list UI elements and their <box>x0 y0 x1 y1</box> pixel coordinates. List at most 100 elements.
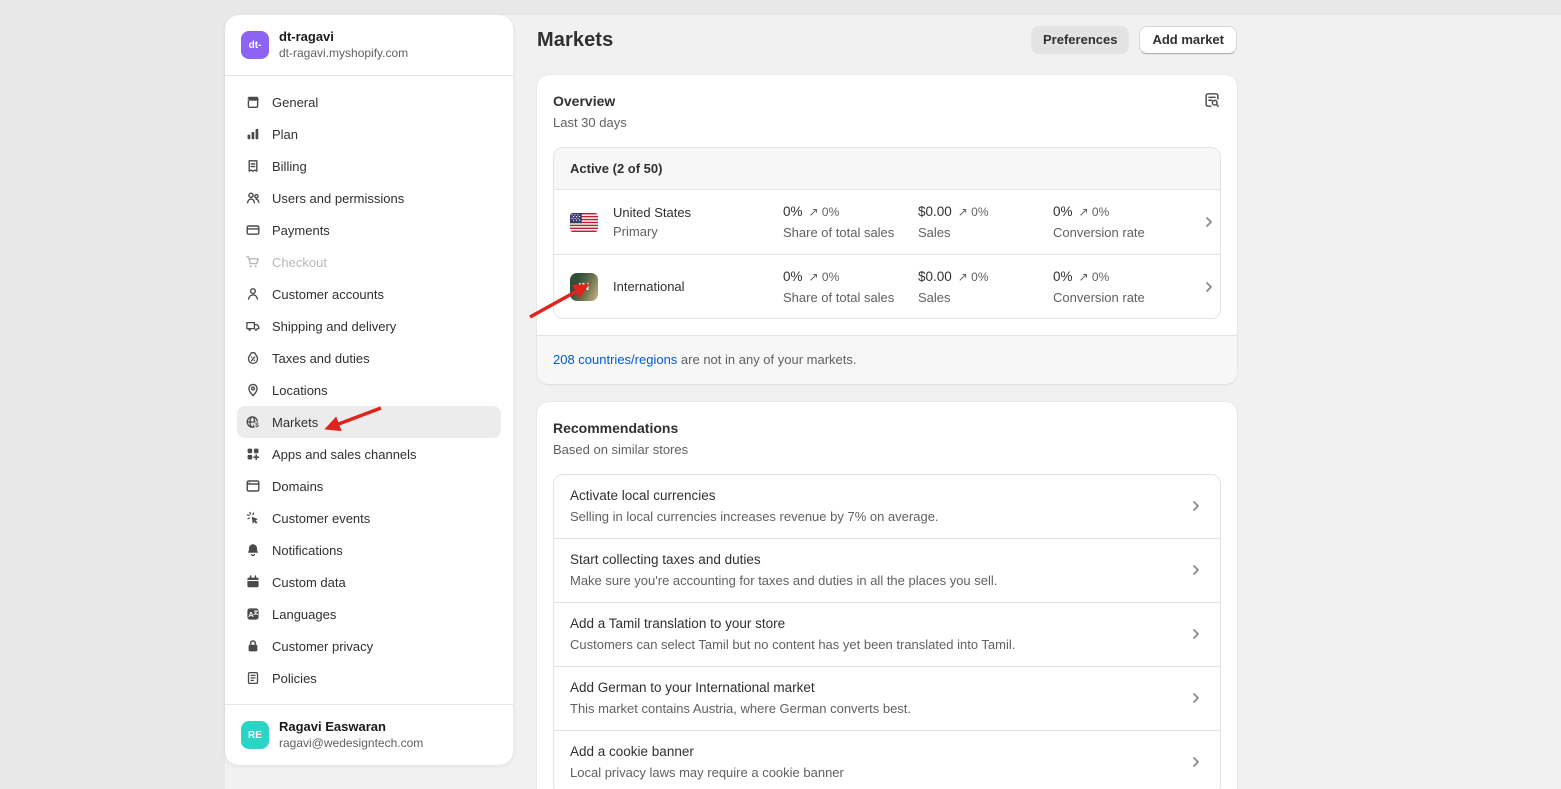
metric-delta: ↗ 0% <box>958 205 989 219</box>
overview-card-body: Overview Last 30 days Active (2 of 50) <box>537 75 1237 335</box>
sidebar-item-label: Checkout <box>272 255 327 270</box>
store-name: dt-ragavi <box>279 29 408 45</box>
translate-icon: A <box>245 606 261 622</box>
us-flag-icon <box>570 213 598 232</box>
overview-title: Overview <box>553 91 627 111</box>
sidebar-item-label: Notifications <box>272 543 343 558</box>
recommendation-start-collecting-taxes[interactable]: Start collecting taxes and duties Make s… <box>554 538 1220 602</box>
recommendation-description: Make sure you're accounting for taxes an… <box>570 571 1186 590</box>
market-subtitle: Primary <box>613 223 783 240</box>
metric-value: 0% <box>1053 204 1073 219</box>
recommendations-card: Recommendations Based on similar stores … <box>537 402 1237 789</box>
recommendation-add-german[interactable]: Add German to your International market … <box>554 666 1220 730</box>
sidebar-item-general[interactable]: General <box>237 86 501 118</box>
chevron-right-icon <box>1186 560 1206 580</box>
metric-value: $0.00 <box>918 204 952 219</box>
chevron-right-icon <box>1186 752 1206 772</box>
store-avatar: dt- <box>241 31 269 59</box>
recommendations-list: Activate local currencies Selling in loc… <box>553 474 1221 789</box>
view-report-button[interactable] <box>1201 89 1223 114</box>
sales-metric: $0.00↗ 0% Sales <box>918 203 1053 241</box>
sidebar-item-billing[interactable]: Billing <box>237 150 501 182</box>
sidebar-item-customer-events[interactable]: Customer events <box>237 502 501 534</box>
bar-chart-icon <box>245 126 261 142</box>
metric-value: $0.00 <box>918 269 952 284</box>
metric-delta: ↗ 0% <box>1079 205 1110 219</box>
add-market-button[interactable]: Add market <box>1139 26 1237 54</box>
page-title: Markets <box>537 29 613 52</box>
conversion-rate-metric: 0%↗ 0% Conversion rate <box>1053 268 1199 306</box>
metric-label: Conversion rate <box>1053 289 1199 306</box>
recommendations-card-body: Recommendations Based on similar stores … <box>537 402 1237 789</box>
truck-icon <box>245 318 261 334</box>
preferences-button[interactable]: Preferences <box>1031 26 1129 54</box>
store-header: dt- dt-ragavi dt-ragavi.myshopify.com <box>225 15 513 76</box>
recommendation-activate-local-currencies[interactable]: Activate local currencies Selling in loc… <box>554 475 1220 538</box>
custom-data-icon <box>245 574 261 590</box>
sidebar-item-policies[interactable]: Policies <box>237 662 501 694</box>
overview-footer-text: are not in any of your markets. <box>677 352 856 367</box>
recommendation-add-tamil-translation[interactable]: Add a Tamil translation to your store Cu… <box>554 602 1220 666</box>
recommendations-subtitle: Based on similar stores <box>553 441 1221 459</box>
svg-text:A: A <box>248 610 254 619</box>
recommendation-text: Add German to your International market … <box>570 678 1186 718</box>
sidebar-item-label: Users and permissions <box>272 191 404 206</box>
recommendation-text: Start collecting taxes and duties Make s… <box>570 550 1186 590</box>
recommendation-text: Add a Tamil translation to your store Cu… <box>570 614 1186 654</box>
users-icon <box>245 190 261 206</box>
sales-metric: $0.00↗ 0% Sales <box>918 268 1053 306</box>
settings-nav: General Plan Billing Users and permissio… <box>225 76 513 704</box>
active-markets-table: Active (2 of 50) United States Primary <box>553 147 1221 319</box>
share-of-sales-metric: 0%↗ 0% Share of total sales <box>783 203 918 241</box>
active-markets-header: Active (2 of 50) <box>554 148 1220 190</box>
settings-modal: dt- dt-ragavi dt-ragavi.myshopify.com Ge… <box>225 15 1561 789</box>
sidebar-item-label: Payments <box>272 223 330 238</box>
sidebar-item-label: Apps and sales channels <box>272 447 417 462</box>
sidebar-item-label: Domains <box>272 479 323 494</box>
store-icon <box>245 94 261 110</box>
sidebar-item-languages[interactable]: A Languages <box>237 598 501 630</box>
recommendations-title: Recommendations <box>553 418 1221 438</box>
sidebar-item-customer-privacy[interactable]: Customer privacy <box>237 630 501 662</box>
market-row-international[interactable]: IN International 0%↗ 0% Share of total s… <box>554 254 1220 318</box>
metric-label: Conversion rate <box>1053 224 1199 241</box>
recommendation-description: Selling in local currencies increases re… <box>570 507 1186 526</box>
sidebar-item-shipping-and-delivery[interactable]: Shipping and delivery <box>237 310 501 342</box>
sidebar-item-apps-and-sales-channels[interactable]: Apps and sales channels <box>237 438 501 470</box>
sidebar-item-notifications[interactable]: Notifications <box>237 534 501 566</box>
chevron-right-icon <box>1199 212 1219 232</box>
recommendation-title: Add German to your International market <box>570 678 1186 698</box>
recommendation-text: Activate local currencies Selling in loc… <box>570 486 1186 526</box>
recommendation-title: Activate local currencies <box>570 486 1186 506</box>
sidebar-item-domains[interactable]: Domains <box>237 470 501 502</box>
sidebar-item-label: Plan <box>272 127 298 142</box>
sidebar-item-markets[interactable]: $ Markets <box>237 406 501 438</box>
recommendation-add-cookie-banner[interactable]: Add a cookie banner Local privacy laws m… <box>554 730 1220 789</box>
report-search-icon <box>1203 97 1221 112</box>
sidebar-item-locations[interactable]: Locations <box>237 374 501 406</box>
sidebar-item-plan[interactable]: Plan <box>237 118 501 150</box>
countries-regions-link[interactable]: 208 countries/regions <box>553 352 677 367</box>
recommendation-title: Add a Tamil translation to your store <box>570 614 1186 634</box>
header-actions: Preferences Add market <box>1031 26 1237 54</box>
sidebar-item-custom-data[interactable]: Custom data <box>237 566 501 598</box>
sidebar-item-payments[interactable]: Payments <box>237 214 501 246</box>
lock-icon <box>245 638 261 654</box>
sidebar-item-customer-accounts[interactable]: Customer accounts <box>237 278 501 310</box>
browser-icon <box>245 478 261 494</box>
recommendation-title: Start collecting taxes and duties <box>570 550 1186 570</box>
sidebar-item-label: Languages <box>272 607 336 622</box>
receipt-icon <box>245 158 261 174</box>
sidebar-item-checkout[interactable]: Checkout <box>237 246 501 278</box>
overview-heading: Overview Last 30 days <box>553 91 627 132</box>
metric-label: Share of total sales <box>783 289 918 306</box>
cart-icon <box>245 254 261 270</box>
share-of-sales-metric: 0%↗ 0% Share of total sales <box>783 268 918 306</box>
market-row-united-states[interactable]: United States Primary 0%↗ 0% Share of to… <box>554 190 1220 254</box>
sidebar-item-users-and-permissions[interactable]: Users and permissions <box>237 182 501 214</box>
bell-icon <box>245 542 261 558</box>
sidebar-item-taxes-and-duties[interactable]: Taxes and duties <box>237 342 501 374</box>
metric-label: Share of total sales <box>783 224 918 241</box>
market-name-block: United States Primary <box>613 204 783 240</box>
svg-text:$: $ <box>255 422 259 429</box>
